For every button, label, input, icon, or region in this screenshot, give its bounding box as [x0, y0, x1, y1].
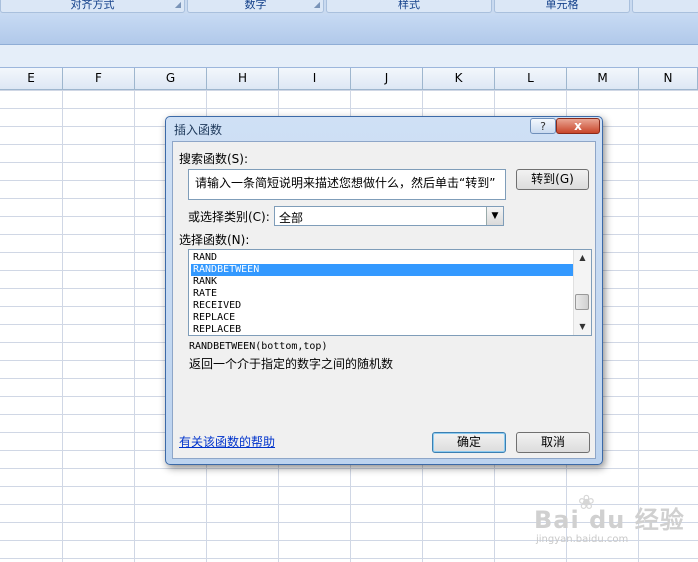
function-signature: RANDBETWEEN(bottom,top)	[189, 341, 328, 352]
column-header-l[interactable]: L	[495, 68, 567, 89]
goto-button[interactable]: 转到(G)	[516, 169, 589, 190]
ribbon-group-label: 单元格	[545, 0, 579, 11]
category-select[interactable]: 全部 ▼	[274, 206, 504, 226]
ribbon-group-styles[interactable]: 样式	[326, 0, 492, 13]
column-header-k[interactable]: K	[423, 68, 495, 89]
ribbon-group-label: 样式	[398, 0, 420, 11]
ok-button[interactable]: 确定	[432, 432, 506, 453]
help-button[interactable]: ?	[530, 118, 556, 134]
list-item[interactable]: REPLACEB	[191, 324, 575, 335]
cancel-button[interactable]: 取消	[516, 432, 590, 453]
column-header-m[interactable]: M	[567, 68, 639, 89]
list-item-selected[interactable]: RANDBETWEEN	[191, 264, 575, 276]
dialog-launcher-icon[interactable]: ◢	[175, 0, 181, 10]
dialog-client-area: 搜索函数(S): 请输入一条简短说明来描述您想做什么，然后单击“转到” 转到(G…	[172, 141, 596, 459]
dialog-launcher-icon[interactable]: ◢	[314, 0, 320, 10]
watermark-url: jingyan.baidu.com	[536, 534, 629, 545]
chevron-down-icon[interactable]: ▼	[486, 207, 503, 225]
function-help-link[interactable]: 有关该函数的帮助	[179, 433, 275, 450]
insert-function-dialog: 插入函数 ? x 搜索函数(S): 请输入一条简短说明来描述您想做什么，然后单击…	[165, 116, 603, 465]
grid-column-line	[638, 90, 639, 562]
ribbon-bar	[0, 14, 698, 45]
search-function-label: 搜索函数(S):	[179, 152, 249, 166]
list-item[interactable]: RATE	[191, 288, 575, 300]
dialog-title-bar[interactable]: 插入函数 ? x	[166, 117, 602, 139]
list-item[interactable]: RANK	[191, 276, 575, 288]
dialog-title: 插入函数	[174, 123, 223, 137]
category-value: 全部	[279, 211, 304, 225]
column-header-i[interactable]: I	[279, 68, 351, 89]
close-icon: x	[574, 119, 582, 133]
category-label: 或选择类别(C):	[188, 210, 270, 224]
list-item[interactable]: RAND	[191, 252, 575, 264]
select-function-label: 选择函数(N):	[179, 233, 250, 247]
scroll-up-icon[interactable]: ▲	[574, 250, 591, 266]
ribbon-group-strip: 对齐方式 ◢ 数字 ◢ 样式 单元格	[0, 0, 698, 14]
ribbon-group-label: 对齐方式	[70, 0, 115, 11]
watermark-brand: Bai du 经验	[534, 506, 685, 534]
column-header-n[interactable]: N	[639, 68, 698, 89]
grid-column-line	[134, 90, 135, 562]
baidu-jingyan-watermark: ❀ Bai du 经验 jingyan.baidu.com	[534, 490, 694, 556]
column-header-e[interactable]: E	[0, 68, 63, 89]
ribbon-group-cells[interactable]: 单元格	[494, 0, 630, 13]
scroll-thumb[interactable]	[575, 294, 589, 310]
function-list[interactable]: RAND RANDBETWEEN RANK RATE RECEIVED REPL…	[188, 249, 592, 336]
vertical-scrollbar[interactable]: ▲ ▼	[573, 250, 591, 335]
search-function-input[interactable]: 请输入一条简短说明来描述您想做什么，然后单击“转到”	[188, 169, 506, 200]
grid-column-line	[62, 90, 63, 562]
column-header-row: E F G H I J K L M N	[0, 68, 698, 90]
ribbon-group-alignment[interactable]: 对齐方式 ◢	[0, 0, 185, 13]
close-button[interactable]: x	[556, 118, 600, 134]
list-item[interactable]: RECEIVED	[191, 300, 575, 312]
function-description: 返回一个介于指定的数字之间的随机数	[189, 357, 394, 371]
column-header-f[interactable]: F	[63, 68, 135, 89]
scroll-down-icon[interactable]: ▼	[574, 319, 591, 335]
column-header-h[interactable]: H	[207, 68, 279, 89]
formula-bar-area	[0, 45, 698, 69]
list-item[interactable]: REPLACE	[191, 312, 575, 324]
ribbon-group-number[interactable]: 数字 ◢	[187, 0, 324, 13]
ribbon-group-editing[interactable]	[632, 0, 698, 13]
column-header-g[interactable]: G	[135, 68, 207, 89]
column-header-j[interactable]: J	[351, 68, 423, 89]
ribbon-group-label: 数字	[244, 0, 267, 11]
